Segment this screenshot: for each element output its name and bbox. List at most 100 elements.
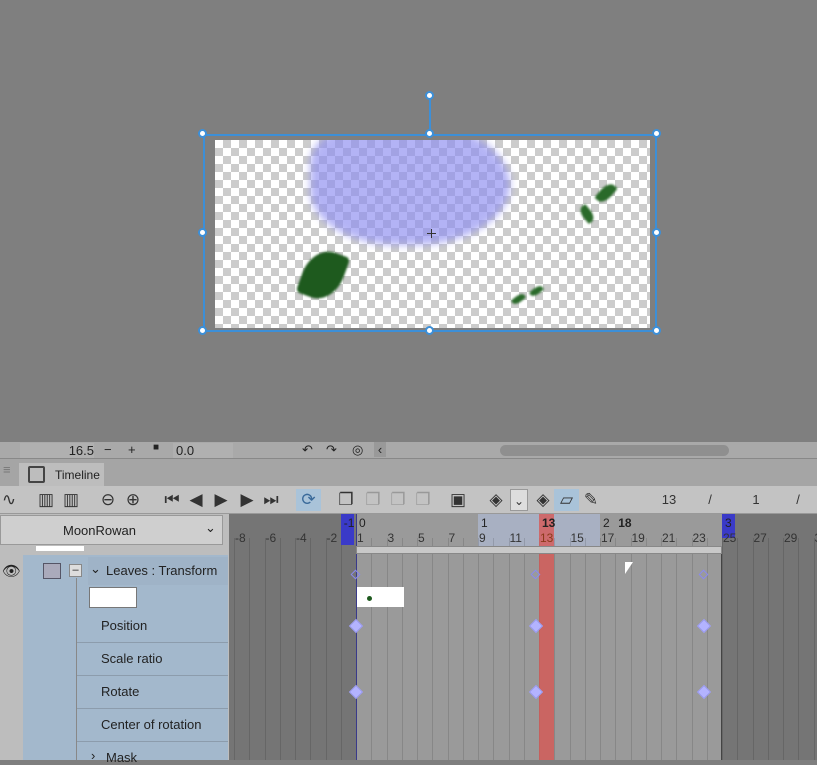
zoom-in-button[interactable]: +	[128, 442, 136, 457]
reset-button[interactable]: ■	[153, 442, 159, 453]
last-frame-icon[interactable]: ⏭	[262, 489, 280, 511]
frame-gridline	[768, 538, 769, 760]
zoom-out-button[interactable]: −	[104, 442, 112, 457]
next-frame-icon[interactable]: ▶	[238, 489, 256, 511]
eye-icon[interactable]: 👁	[2, 562, 21, 580]
frame-gridline	[249, 538, 250, 760]
frame-label: 5	[418, 531, 425, 545]
value-field[interactable]: 1	[748, 489, 764, 511]
new-animation-cel-icon[interactable]: ❐	[335, 489, 357, 511]
playback-range-bar[interactable]	[356, 546, 722, 554]
frame-gridline	[341, 538, 342, 760]
zoom-in-icon[interactable]: ⊕	[123, 489, 143, 511]
keyframe-icon[interactable]	[697, 619, 711, 633]
edit-timeline-icon[interactable]: ▥	[61, 489, 81, 511]
frame-label: 15	[571, 531, 584, 545]
out-of-range-after	[722, 514, 817, 760]
loop-icon[interactable]: ⟳	[296, 489, 321, 511]
link-cel-icon[interactable]: ❐	[387, 489, 409, 511]
layer-row[interactable]: ⌄ Leaves : Transform	[88, 557, 228, 585]
timeline-select[interactable]: MoonRowan ⌄	[0, 515, 223, 545]
handle-tl[interactable]	[198, 129, 207, 138]
canvas-area[interactable]	[0, 0, 817, 442]
frame-label: -4	[296, 531, 307, 545]
prev-frame-icon[interactable]: ◀	[187, 489, 205, 511]
current-frame-field[interactable]: 13	[655, 489, 683, 511]
unlink-cel-icon[interactable]: ❐	[412, 489, 434, 511]
track-scale-ratio[interactable]: Scale ratio	[77, 643, 228, 676]
timeline-icon	[28, 466, 45, 483]
frame-gridline	[661, 538, 662, 760]
rotate-left-icon[interactable]: ↶	[302, 442, 313, 458]
collapse-button[interactable]: –	[69, 564, 82, 577]
frame-label: 25	[723, 531, 736, 545]
frame-gridline	[814, 538, 815, 760]
delete-keyframe-icon[interactable]: ◈	[532, 489, 554, 511]
tab-timeline[interactable]: Timeline	[19, 463, 104, 486]
frame-gridline	[737, 538, 738, 760]
frame-gridline	[570, 538, 571, 760]
new-timeline-icon[interactable]: ▥	[37, 489, 55, 511]
horizontal-scrollbar[interactable]	[500, 445, 729, 456]
onion-skin-icon[interactable]: ▣	[447, 489, 469, 511]
out-of-range-before	[229, 514, 356, 760]
expand-chevron-icon: ⌄	[90, 561, 101, 577]
first-frame-icon[interactable]: ⏮	[163, 489, 181, 511]
frame-label: 29	[784, 531, 797, 545]
separator: /	[705, 489, 715, 511]
play-icon[interactable]: ▶	[212, 489, 230, 511]
zoom-out-icon[interactable]: ⊖	[98, 489, 118, 511]
second-marker: 2	[603, 516, 610, 530]
frame-label: 23	[693, 531, 706, 545]
pen-icon[interactable]: ✎	[581, 489, 601, 511]
specify-cel-icon[interactable]: ❐	[362, 489, 384, 511]
frame-label: 7	[449, 531, 456, 545]
keyframe-icon[interactable]	[697, 685, 711, 699]
timeline-frames[interactable]: -8-6-4-2135791113151719212325272931-1011…	[229, 514, 817, 760]
handle-tr[interactable]	[652, 129, 661, 138]
frame-gridline	[432, 538, 433, 760]
navigator-bar: 16.5 − + ■ 0.0 ↶ ↷ ◎ ‹	[0, 442, 817, 459]
track-position[interactable]: Position	[77, 610, 228, 643]
handle-bl[interactable]	[198, 326, 207, 335]
keyframe-icon[interactable]: ◈	[485, 489, 507, 511]
track-center-of-rotation[interactable]: Center of rotation	[77, 709, 228, 742]
frame-gridline	[478, 538, 479, 760]
handle-tc[interactable]	[425, 129, 434, 138]
frame-gridline	[509, 538, 510, 760]
enable-keyframes-icon[interactable]: ▱	[554, 489, 579, 511]
collapse-icon[interactable]: ‹	[374, 442, 386, 457]
handle-ml[interactable]	[198, 228, 207, 237]
frame-gridline	[402, 538, 403, 760]
frame-gridline	[646, 538, 647, 760]
rotation-handle[interactable]	[425, 91, 434, 100]
mask-label[interactable]: Mask	[106, 750, 137, 765]
chevron-down-icon: ⌄	[205, 520, 216, 536]
frame-gridline	[585, 538, 586, 760]
second-marker: 13	[542, 516, 555, 530]
rotate-right-icon[interactable]: ↷	[326, 442, 337, 458]
frame-label: 17	[601, 531, 614, 545]
angle-field[interactable]: 0.0	[173, 443, 233, 458]
mask-chevron-icon: ›	[91, 748, 95, 763]
panel-menu-icon[interactable]: ≡	[3, 462, 11, 477]
second-marker: 1	[481, 516, 488, 530]
frame-gridline	[417, 538, 418, 760]
zoom-field[interactable]: 16.5	[20, 443, 94, 458]
frame-gridline	[783, 538, 784, 760]
handle-mr[interactable]	[652, 228, 661, 237]
frame-gridline	[448, 538, 449, 760]
frame-gridline	[310, 538, 311, 760]
reset-rotation-icon[interactable]: ◎	[352, 442, 363, 458]
graph-editor-icon[interactable]: ∿	[0, 489, 18, 511]
handle-br[interactable]	[652, 326, 661, 335]
frame-label: 3	[388, 531, 395, 545]
transform-box[interactable]	[203, 134, 657, 332]
dropdown-icon[interactable]: ⌄	[510, 489, 528, 511]
frame-gridline	[265, 538, 266, 760]
track-rotate[interactable]: Rotate	[77, 676, 228, 709]
layer-thumbnail	[89, 587, 137, 608]
handle-bc[interactable]	[425, 326, 434, 335]
frame-gridline	[798, 538, 799, 760]
frame-gridline	[692, 538, 693, 760]
